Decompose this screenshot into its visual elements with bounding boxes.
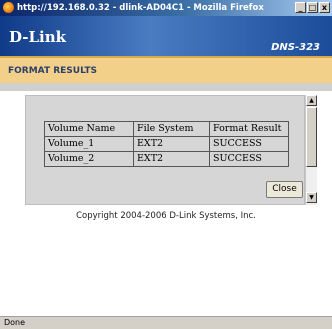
brand-header: D-Link DNS-323	[0, 16, 332, 56]
maximize-button[interactable]: □	[307, 2, 318, 13]
window-title: http://192.168.0.32 - dlink-AD04C1 - Moz…	[17, 3, 264, 13]
vertical-scrollbar[interactable]: ▲ ▼	[305, 95, 317, 205]
volume-name-cell: Volume_1	[44, 136, 134, 152]
table-row: Volume_1 EXT2 SUCCESS	[44, 136, 289, 152]
header-file-system: File System	[133, 121, 210, 137]
table-row: Volume_2 EXT2 SUCCESS	[44, 151, 289, 167]
firefox-icon	[3, 2, 14, 13]
header-volume-name: Volume Name	[44, 121, 134, 137]
page-title: FORMAT RESULTS	[8, 66, 97, 76]
close-button[interactable]: Close	[266, 181, 303, 198]
table-header-row: Volume Name File System Format Result	[44, 121, 289, 137]
format-result-cell: SUCCESS	[209, 136, 289, 152]
copyright-text: Copyright 2004-2006 D-Link Systems, Inc.	[76, 211, 256, 221]
status-text: Done	[4, 318, 26, 327]
file-system-cell: EXT2	[133, 136, 210, 152]
volume-name-cell: Volume_2	[44, 151, 134, 167]
status-bar: Done	[0, 316, 332, 329]
close-window-button[interactable]: x	[319, 2, 330, 13]
dlink-logo: D-Link	[9, 28, 67, 46]
scroll-up-icon[interactable]: ▲	[306, 95, 317, 106]
scrollbar-thumb[interactable]	[306, 107, 317, 167]
format-results-table: Volume Name File System Format Result Vo…	[44, 121, 289, 167]
minimize-button[interactable]: _	[295, 2, 306, 13]
header-format-result: Format Result	[209, 121, 289, 137]
format-result-cell: SUCCESS	[209, 151, 289, 167]
model-name: DNS-323	[271, 42, 320, 53]
section-header: FORMAT RESULTS	[0, 56, 332, 83]
file-system-cell: EXT2	[133, 151, 210, 167]
window-titlebar: http://192.168.0.32 - dlink-AD04C1 - Moz…	[0, 0, 332, 16]
scroll-down-icon[interactable]: ▼	[306, 192, 317, 203]
section-divider	[0, 83, 332, 91]
